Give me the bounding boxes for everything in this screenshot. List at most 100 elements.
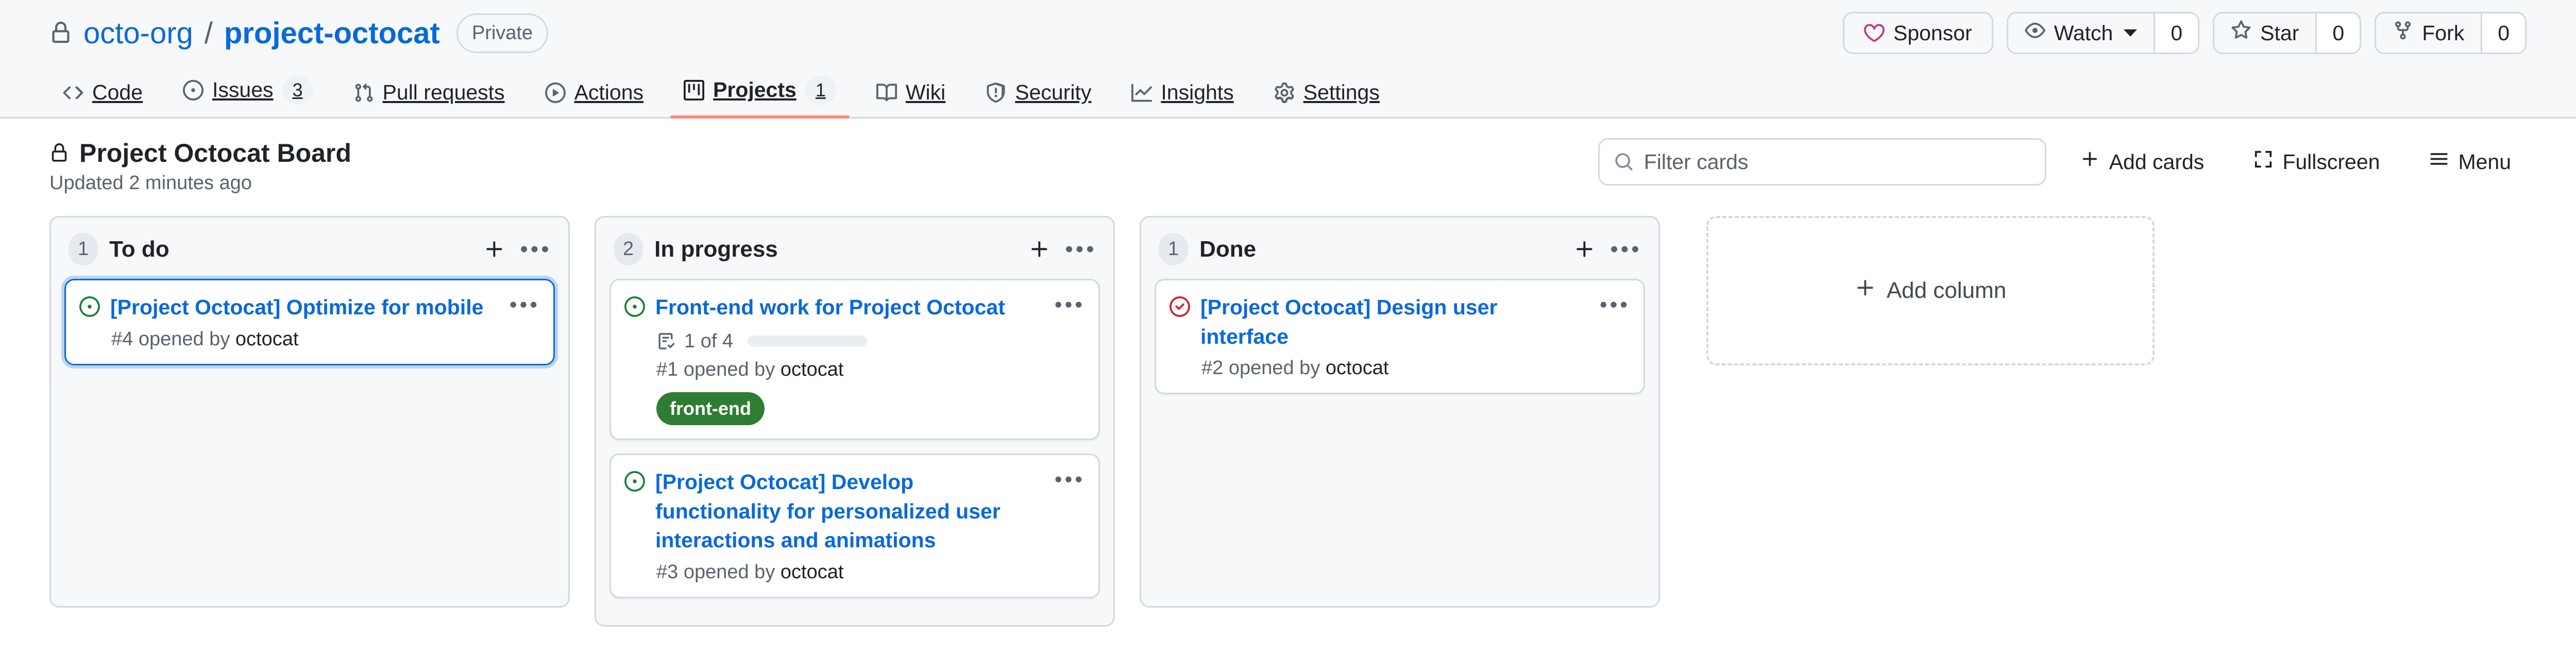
column-name: Done (1199, 236, 1257, 262)
card-meta-prefix: #1 opened by (656, 358, 775, 380)
search-input[interactable] (1643, 149, 2030, 174)
repo-name-link[interactable]: project-octocat (224, 16, 440, 51)
project-board: 1 To do ••• [Project Octocat] Optimize for … (0, 194, 2576, 627)
menu-label: Menu (2458, 149, 2511, 174)
tab-wiki[interactable]: Wiki (863, 80, 959, 117)
tab-label: Actions (574, 80, 644, 104)
lock-icon (49, 143, 69, 163)
graph-icon (1131, 82, 1153, 103)
column-name: In progress (654, 236, 778, 262)
visibility-badge: Private (456, 13, 549, 53)
column-header: 1 Done ••• (1155, 229, 1645, 279)
star-button-group[interactable]: Star 0 (2213, 12, 2362, 54)
column-name: To do (109, 236, 170, 262)
column-header: 1 To do ••• (64, 229, 555, 279)
add-card-button[interactable] (1025, 234, 1055, 264)
project-card[interactable]: [Project Octocat] Design user interface •… (1155, 279, 1645, 395)
card-author: octocat (780, 358, 844, 380)
add-cards-button[interactable]: Add cards (2065, 149, 2220, 174)
star-label: Star (2260, 21, 2299, 45)
project-card[interactable]: [Project Octocat] Optimize for mobile •••… (64, 279, 555, 365)
search-icon (1614, 152, 1634, 172)
plus-icon (1855, 277, 1876, 305)
repo-owner-link[interactable]: octo-org (83, 16, 193, 51)
card-title-link[interactable]: [Project Octocat] Optimize for mobile (110, 293, 499, 322)
card-labels: front-end (624, 392, 1085, 426)
card-menu-button[interactable]: ••• (1055, 467, 1085, 490)
card-author: octocat (235, 328, 299, 350)
star-count: 0 (2317, 13, 2360, 53)
breadcrumb-separator: / (204, 16, 213, 50)
column-card-count: 1 (1159, 233, 1189, 266)
tab-actions[interactable]: Actions (532, 80, 657, 117)
card-author: octocat (1325, 357, 1389, 379)
tab-code[interactable]: Code (49, 80, 156, 117)
project-toolbar: Add cards Fullscreen Menu (1598, 138, 2527, 186)
tab-settings[interactable]: Settings (1261, 80, 1393, 117)
tab-label: Wiki (905, 80, 946, 104)
project-card[interactable]: [Project Octocat] Develop functionality … (609, 454, 1100, 598)
star-button[interactable]: Star (2214, 13, 2317, 53)
sponsor-label: Sponsor (1893, 21, 1972, 45)
menu-button[interactable]: Menu (2414, 149, 2527, 174)
tab-projects[interactable]: Projects 1 (670, 75, 850, 119)
sponsor-button[interactable]: Sponsor (1842, 12, 1993, 54)
tab-insights[interactable]: Insights (1118, 80, 1247, 117)
plus-icon (2080, 149, 2100, 174)
card-title-link[interactable]: [Project Octocat] Design user interface (1200, 293, 1589, 351)
project-title-block: Project Octocat Board Updated 2 minutes … (49, 138, 351, 194)
column-header: 2 In progress ••• (609, 229, 1100, 279)
card-meta: #2 opened by octocat (1170, 357, 1630, 379)
fork-button[interactable]: Fork (2376, 13, 2483, 53)
gear-icon (1274, 82, 1295, 103)
add-card-button[interactable] (480, 234, 510, 264)
card-menu-button[interactable]: ••• (510, 293, 540, 315)
star-icon (2231, 20, 2251, 46)
breadcrumb: octo-org / project-octocat Private (49, 13, 549, 53)
project-card[interactable]: Front-end work for Project Octocat ••• 1 o… (609, 279, 1100, 441)
task-count-label: 1 of 4 (684, 330, 734, 352)
board-column: 1 Done ••• [Project Octocat] Design user in… (1140, 216, 1660, 608)
add-column-button[interactable]: Add column (1706, 216, 2155, 365)
project-updated-timestamp: Updated 2 minutes ago (49, 172, 252, 194)
tab-label: Projects (713, 78, 796, 102)
watch-button-group[interactable]: Watch 0 (2006, 12, 2200, 54)
repository-header: octo-org / project-octocat Private Spons… (0, 0, 2576, 66)
lock-icon (49, 22, 72, 44)
kebab-icon: ••• (520, 236, 552, 262)
fullscreen-label: Fullscreen (2282, 149, 2380, 174)
card-menu-button[interactable]: ••• (1055, 293, 1085, 315)
page-title: Project Octocat Board (79, 139, 351, 167)
column-menu-button[interactable]: ••• (520, 234, 552, 264)
card-title-link[interactable]: Front-end work for Project Octocat (655, 293, 1044, 322)
tab-issues[interactable]: Issues 3 (170, 75, 327, 117)
chevron-down-icon (2124, 29, 2138, 37)
fullscreen-button[interactable]: Fullscreen (2238, 149, 2395, 174)
eye-icon (2025, 20, 2045, 46)
column-menu-button[interactable]: ••• (1610, 234, 1641, 264)
project-icon (684, 79, 705, 100)
fork-button-group[interactable]: Fork 0 (2375, 12, 2527, 54)
fork-count: 0 (2482, 13, 2525, 53)
add-card-button[interactable] (1570, 234, 1600, 264)
tab-counter: 1 (805, 75, 836, 105)
issue-opened-icon (79, 293, 100, 317)
repo-forked-icon (2393, 20, 2413, 46)
card-meta: #1 opened by octocat (624, 359, 1085, 381)
tab-label: Insights (1161, 80, 1234, 104)
add-column-label: Add column (1886, 278, 2007, 303)
fullscreen-icon (2253, 149, 2273, 174)
watch-count: 0 (2155, 13, 2198, 53)
filter-cards-box[interactable] (1598, 138, 2046, 186)
tab-security[interactable]: Security (972, 80, 1105, 117)
column-menu-button[interactable]: ••• (1065, 234, 1096, 264)
label-pill[interactable]: front-end (656, 392, 765, 426)
issue-closed-icon (1170, 293, 1190, 317)
book-icon (876, 82, 897, 103)
card-author: octocat (780, 561, 844, 583)
tab-label: Security (1015, 80, 1092, 104)
card-menu-button[interactable]: ••• (1600, 293, 1630, 315)
tab-pull-requests[interactable]: Pull requests (340, 80, 518, 117)
watch-button[interactable]: Watch (2008, 13, 2156, 53)
card-title-link[interactable]: [Project Octocat] Develop functionality … (655, 467, 1044, 555)
